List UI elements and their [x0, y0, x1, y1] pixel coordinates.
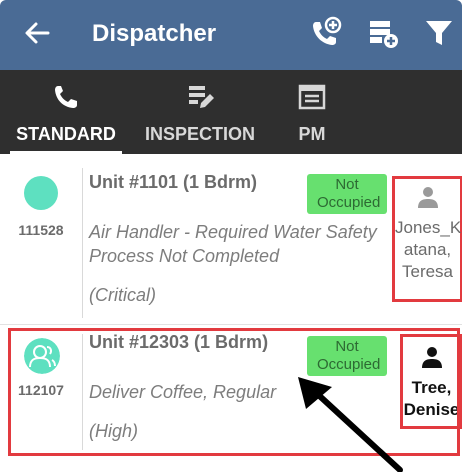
- tab-bar: STANDARD INSPECTION PM: [0, 70, 462, 154]
- divider: [82, 168, 83, 318]
- work-order-description: Air Handler - Required Water Safety Proc…: [89, 222, 377, 266]
- page-title: Dispatcher: [92, 20, 217, 47]
- add-list-icon[interactable]: [366, 16, 400, 50]
- work-order-row[interactable]: 111528 Unit #1101 (1 Bdrm) Not Occupied …: [0, 154, 462, 324]
- tab-pm[interactable]: PM: [282, 70, 342, 154]
- tab-label: PM: [298, 124, 326, 144]
- priority-label: (Critical): [89, 285, 156, 305]
- tab-standard[interactable]: STANDARD: [10, 70, 122, 154]
- occupancy-status: Not Occupied: [317, 176, 381, 211]
- add-call-icon[interactable]: [308, 16, 342, 50]
- row-separator: [0, 324, 462, 325]
- assignee-card[interactable]: Jones_K atana, Teresa: [392, 176, 462, 302]
- assignee-name-line: Jones_K: [395, 218, 462, 237]
- annotation-arrow-icon: [298, 377, 403, 472]
- unit-label: Unit #1101 (1 Bdrm): [89, 172, 258, 192]
- app-bar: Dispatcher: [0, 0, 462, 70]
- calendar-list-icon: [298, 84, 326, 110]
- phone-icon: [55, 86, 77, 108]
- occupancy-badge: Not Occupied: [307, 174, 387, 214]
- back-arrow-icon[interactable]: [22, 18, 52, 48]
- filter-icon[interactable]: [422, 16, 456, 50]
- assignee-name-line: Teresa: [401, 262, 454, 281]
- tab-inspection[interactable]: INSPECTION: [140, 70, 260, 154]
- tab-label: STANDARD: [16, 124, 116, 144]
- checklist-edit-icon: [189, 86, 214, 108]
- status-avatar: [24, 176, 58, 210]
- tab-label: INSPECTION: [144, 124, 255, 144]
- work-order-id: 111528: [18, 222, 64, 238]
- assignee-name-line: atana,: [403, 240, 452, 259]
- person-icon: [417, 187, 438, 208]
